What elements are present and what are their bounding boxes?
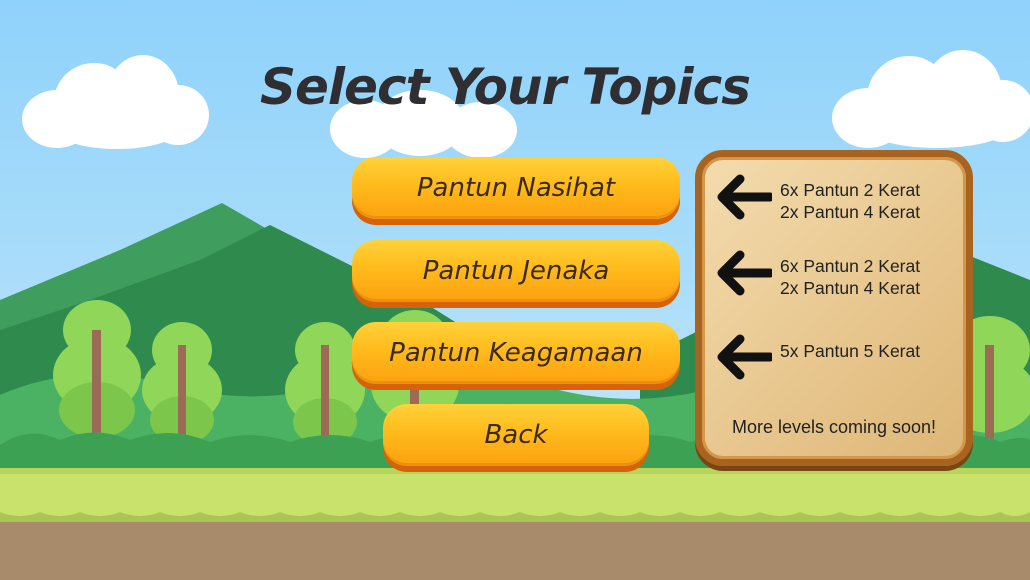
pantun-jenaka-label: Pantun Jenaka [422, 256, 610, 286]
arrow-left-icon [717, 250, 772, 296]
nasihat-info-line1: 6x Pantun 2 Kerat [780, 180, 921, 200]
pantun-jenaka-button[interactable]: Pantun Jenaka [352, 240, 680, 302]
coming-soon-text: More levels coming soon! [731, 417, 937, 437]
nasihat-info-line2: 2x Pantun 4 Kerat [780, 202, 921, 222]
jenaka-info-line1: 6x Pantun 2 Kerat [780, 256, 921, 276]
keagamaan-info-line1: 5x Pantun 5 Kerat [780, 341, 921, 361]
pantun-nasihat-label: Pantun Nasihat [416, 173, 616, 203]
nasihat-info: 6x Pantun 2 Kerat 2x Pantun 4 Kerat [780, 179, 920, 223]
pantun-nasihat-button[interactable]: Pantun Nasihat [352, 157, 680, 219]
page-title: Select Your Topics [259, 58, 751, 116]
arrow-left-icon [717, 334, 772, 380]
back-button[interactable]: Back [383, 404, 649, 466]
back-label: Back [484, 420, 548, 450]
pantun-keagamaan-button[interactable]: Pantun Keagamaan [352, 322, 680, 384]
jenaka-info-line2: 2x Pantun 4 Kerat [780, 278, 921, 298]
arrow-left-icon [717, 174, 772, 220]
topic-info-panel: 6x Pantun 2 Kerat 2x Pantun 4 Kerat 6x P… [695, 150, 973, 466]
keagamaan-info: 5x Pantun 5 Kerat [780, 340, 920, 362]
jenaka-info: 6x Pantun 2 Kerat 2x Pantun 4 Kerat [780, 255, 920, 299]
pantun-keagamaan-label: Pantun Keagamaan [389, 338, 643, 368]
